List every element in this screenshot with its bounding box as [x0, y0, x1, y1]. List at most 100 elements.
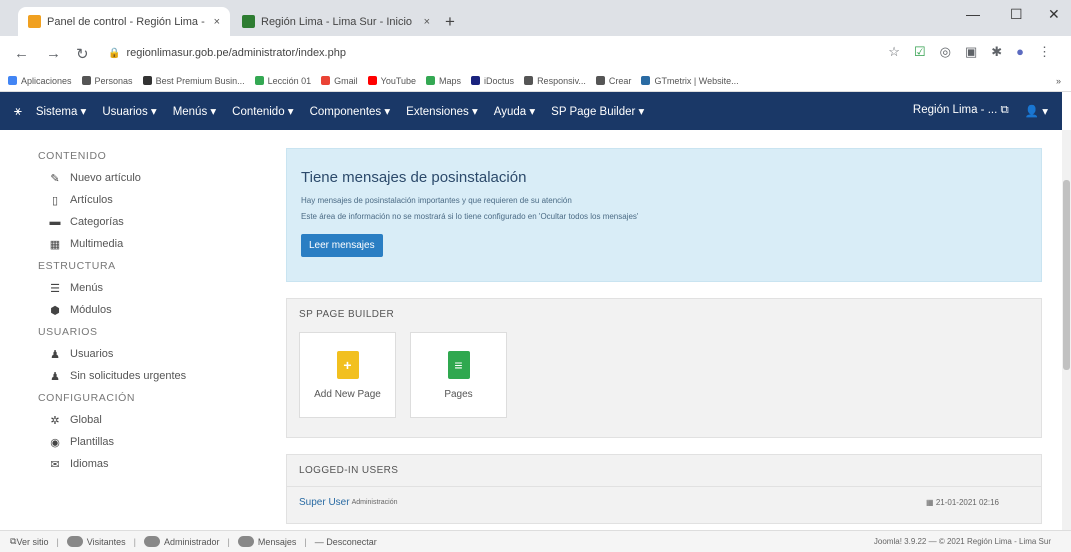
- list-icon: ☰: [50, 282, 60, 295]
- sidebar-section-title: CONTENIDO: [38, 150, 107, 162]
- count-badge: [66, 536, 83, 547]
- sidebar-item-menus[interactable]: ☰ Menús: [48, 280, 260, 296]
- sidebar-item-usuarios[interactable]: ♟ Usuarios: [48, 346, 260, 362]
- new-tab-button[interactable]: +: [445, 12, 455, 32]
- bookmark-item[interactable]: Crear: [595, 76, 631, 86]
- bookmark-item[interactable]: GTmetrix | Website...: [641, 76, 739, 86]
- bookmark-item[interactable]: Personas: [81, 76, 133, 86]
- sidebar-item-articulos[interactable]: ▯ Artículos: [48, 192, 260, 208]
- pages-icon: ≡: [447, 350, 470, 379]
- copyright-text: Joomla! 3.9.22 — © 2021 Región Lima - Li…: [873, 537, 1051, 546]
- page-scrollbar[interactable]: [1062, 130, 1071, 530]
- user-role: Administración: [351, 499, 398, 506]
- url-field[interactable]: 🔒 regionlimasur.gob.pe/administrator/ind…: [108, 42, 848, 64]
- gtmetrix-icon: [641, 76, 651, 85]
- address-bar-row: ← → ↻ 🔒 regionlimasur.gob.pe/administrat…: [0, 36, 1071, 70]
- tab-panel-de-control[interactable]: Panel de control - Región Lima - ×: [18, 7, 230, 36]
- pencil-icon: ✎: [50, 172, 60, 185]
- menu-sistema[interactable]: Sistema ▾: [36, 104, 87, 118]
- sidebar-section-title: USUARIOS: [38, 326, 98, 338]
- bookmark-item[interactable]: Aplicaciones: [8, 76, 72, 86]
- site-favicon-icon: [242, 15, 255, 28]
- close-window-icon[interactable]: ✕: [1048, 6, 1060, 23]
- comments-icon: ✉: [50, 458, 60, 471]
- joomla-favicon-icon: [28, 15, 41, 28]
- reload-icon[interactable]: ↻: [76, 45, 89, 63]
- sidebar-item-multimedia[interactable]: ▦ Multimedia: [48, 236, 260, 252]
- user-menu-icon[interactable]: 👤 ▾: [1025, 104, 1048, 118]
- menu-componentes[interactable]: Componentes ▾: [310, 104, 391, 118]
- star-icon[interactable]: ☆: [888, 44, 900, 60]
- pages-card[interactable]: ≡ Pages: [410, 332, 507, 418]
- url-text: regionlimasur.gob.pe/administrator/index…: [126, 47, 346, 59]
- forward-arrow-icon[interactable]: →: [46, 45, 61, 62]
- browser-tab-bar: Panel de control - Región Lima - × Regió…: [0, 0, 1071, 36]
- visitors-link[interactable]: Visitantes: [66, 536, 126, 547]
- maximize-icon[interactable]: ☐: [1010, 6, 1023, 23]
- more-bookmarks-icon[interactable]: »: [1056, 76, 1061, 86]
- bookmark-item[interactable]: Gmail: [321, 76, 358, 86]
- sidebar-item-idiomas[interactable]: ✉ Idiomas: [48, 456, 260, 472]
- images-icon: ▦: [49, 238, 61, 251]
- bookmark-item[interactable]: Maps: [426, 76, 461, 86]
- sidebar-item-global[interactable]: ✲ Global: [48, 412, 260, 428]
- site-link[interactable]: Región Lima - ... ⧉: [913, 104, 1009, 118]
- sidebar-item-nuevo-articulo[interactable]: ✎ Nuevo artículo: [48, 170, 260, 186]
- add-new-page-card[interactable]: + Add New Page: [299, 332, 396, 418]
- sidebar-section-title: CONFIGURACIÓN: [38, 392, 136, 404]
- tab-close-icon[interactable]: ×: [214, 16, 220, 28]
- bookmark-item[interactable]: Responsiv...: [524, 76, 586, 86]
- read-messages-button[interactable]: Leer mensajes: [301, 234, 383, 257]
- profile-avatar-icon[interactable]: ●: [1016, 44, 1024, 60]
- chrome-menu-icon[interactable]: ⋮: [1038, 44, 1051, 60]
- checkbox-extension-icon[interactable]: ☑: [914, 44, 926, 60]
- menu-contenido[interactable]: Contenido ▾: [232, 104, 293, 118]
- scrollbar-thumb[interactable]: [1063, 180, 1070, 370]
- sidebar-item-solicitudes[interactable]: ♟ Sin solicitudes urgentes: [48, 368, 260, 384]
- status-bar: ⧉ Ver sitio | Visitantes | Administrador | …: [0, 530, 1071, 552]
- bookmark-item[interactable]: YouTube: [367, 76, 416, 86]
- sidebar-item-plantillas[interactable]: ◉ Plantillas: [48, 434, 260, 450]
- eye-icon: ◉: [50, 436, 60, 449]
- users-icon: ♟: [50, 348, 60, 361]
- tab-region-lima[interactable]: Región Lima - Lima Sur - Inicio ×: [232, 7, 440, 36]
- joomla-logo-icon[interactable]: ⚹: [14, 103, 22, 119]
- view-site-link[interactable]: ⧉ Ver sitio: [10, 536, 48, 547]
- logout-link[interactable]: — Desconectar: [315, 537, 377, 547]
- stack-icon: ▯: [51, 194, 59, 207]
- menu-menus[interactable]: Menús ▾: [173, 104, 216, 118]
- alert-line: Este área de información no se mostrará …: [301, 212, 639, 221]
- user-link[interactable]: Super User: [299, 497, 350, 508]
- sidebar-item-modulos[interactable]: ⬢ Módulos: [48, 302, 260, 318]
- bookmarks-bar: Aplicaciones Personas Best Premium Busin…: [0, 70, 1071, 92]
- users-icon: ♟: [50, 370, 60, 383]
- github-extension-icon[interactable]: ◎: [940, 44, 951, 60]
- maps-pin-icon: [426, 76, 436, 85]
- sidebar: CONTENIDO ✎ Nuevo artículo ▯ Artículos ▬ Ca…: [30, 142, 260, 478]
- bookmark-icon: [142, 76, 152, 85]
- messages-link[interactable]: Mensajes: [237, 536, 296, 547]
- back-arrow-icon[interactable]: ←: [14, 45, 29, 62]
- puzzle-icon[interactable]: ✱: [991, 44, 1002, 60]
- bookmark-item[interactable]: iDoctus: [471, 76, 514, 86]
- logged-in-users-panel: LOGGED-IN USERS Super User Administració…: [286, 454, 1042, 524]
- bookmark-item[interactable]: Lección 01: [254, 76, 311, 86]
- tab-title: Región Lima - Lima Sur - Inicio: [261, 15, 413, 28]
- count-badge: [144, 536, 160, 547]
- sidebar-item-categorias[interactable]: ▬ Categorías: [48, 214, 260, 230]
- menu-usuarios[interactable]: Usuarios ▾: [102, 104, 156, 118]
- globe-icon: [81, 76, 91, 85]
- table-row: Super User Administración ▦ 21-01-2021 0…: [287, 487, 1041, 518]
- extension-icon[interactable]: ▣: [965, 44, 977, 60]
- menu-ayuda[interactable]: Ayuda ▾: [494, 104, 535, 118]
- menu-extensiones[interactable]: Extensiones ▾: [406, 104, 478, 118]
- admins-link[interactable]: Administrador: [144, 536, 220, 547]
- sp-page-builder-panel: SP PAGE BUILDER + Add New Page ≡ Pages: [286, 298, 1042, 438]
- minimize-icon[interactable]: —: [966, 6, 980, 22]
- menu-sp-page-builder[interactable]: SP Page Builder ▾: [551, 104, 644, 118]
- bookmark-item[interactable]: Best Premium Busin...: [142, 76, 245, 86]
- sidebar-section-title: ESTRUCTURA: [38, 260, 116, 272]
- tab-close-icon[interactable]: ×: [424, 16, 430, 28]
- tab-title: Panel de control - Región Lima -: [47, 15, 205, 28]
- main-content: Tiene mensajes de posinstalación Hay men…: [286, 148, 1042, 524]
